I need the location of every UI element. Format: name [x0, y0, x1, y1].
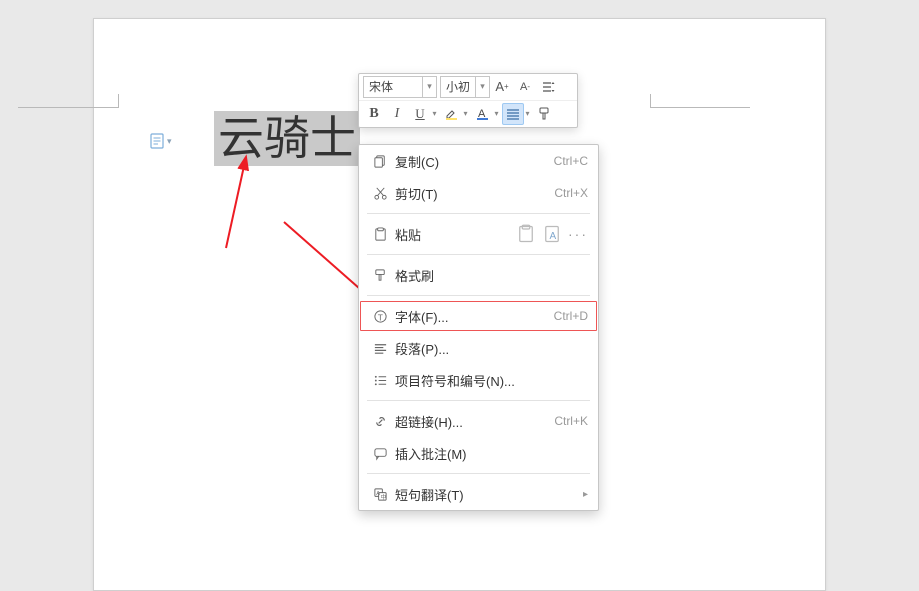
paste-options[interactable]: A ···	[516, 224, 588, 244]
chevron-down-icon[interactable]: ▾	[422, 77, 436, 97]
font-color-icon: A	[475, 106, 490, 121]
mini-toolbar: 宋体 ▾ 小初 ▾ A+ A- B I U▾ ▾ A ▾ ▾	[358, 73, 578, 128]
highlight-button[interactable]	[440, 103, 462, 125]
font-name-value: 宋体	[369, 78, 393, 95]
svg-text:A: A	[550, 231, 557, 242]
chevron-down-icon[interactable]: ▾	[492, 109, 501, 118]
shrink-font-button[interactable]: A-	[514, 76, 536, 98]
submenu-arrow-icon: ▸	[577, 489, 588, 500]
separator	[367, 295, 590, 296]
copy-icon	[369, 154, 391, 169]
menu-label: 粘贴	[391, 225, 516, 244]
line-spacing-icon	[541, 80, 555, 94]
margin-guide-left	[118, 90, 148, 108]
bold-button[interactable]: B	[363, 103, 385, 125]
menu-label: 剪切(T)	[391, 184, 554, 203]
menu-label: 字体(F)...	[391, 307, 554, 326]
menu-copy[interactable]: 复制(C) Ctrl+C	[359, 145, 598, 177]
clipboard-icon	[369, 227, 391, 242]
menu-comment[interactable]: 插入批注(M)	[359, 437, 598, 469]
chevron-down-icon[interactable]: ▾	[430, 109, 439, 118]
context-menu: 复制(C) Ctrl+C 剪切(T) Ctrl+X 粘贴 A ··· 格式刷 T…	[358, 144, 599, 511]
chevron-down-icon[interactable]: ▾	[461, 109, 470, 118]
font-size-value: 小初	[446, 78, 470, 95]
line-spacing-button[interactable]	[537, 76, 559, 98]
chevron-down-icon[interactable]: ▾	[523, 109, 532, 118]
svg-text:T: T	[377, 312, 382, 322]
paragraph-handle[interactable]: ▾	[150, 133, 172, 149]
separator	[367, 213, 590, 214]
font-name-combo[interactable]: 宋体 ▾	[363, 76, 437, 98]
menu-label: 项目符号和编号(N)...	[391, 371, 588, 390]
shortcut: Ctrl+X	[554, 186, 588, 200]
highlighter-icon	[444, 106, 459, 121]
underline-button[interactable]: U	[409, 103, 431, 125]
font-color-button[interactable]: A	[471, 103, 493, 125]
menu-cut[interactable]: 剪切(T) Ctrl+X	[359, 177, 598, 209]
menu-label: 插入批注(M)	[391, 444, 588, 463]
menu-label: 段落(P)...	[391, 339, 588, 358]
separator	[367, 400, 590, 401]
margin-guide-right	[642, 90, 672, 108]
shortcut: Ctrl+D	[554, 309, 588, 323]
menu-hyperlink[interactable]: 超链接(H)... Ctrl+K	[359, 405, 598, 437]
menu-paste[interactable]: 粘贴 A ···	[359, 218, 598, 250]
menu-format-painter[interactable]: 格式刷	[359, 259, 598, 291]
chevron-down-icon[interactable]: ▾	[475, 77, 489, 97]
paste-match-icon[interactable]	[516, 224, 536, 244]
font-icon: T	[369, 309, 391, 324]
format-painter-icon	[369, 268, 391, 283]
justify-button[interactable]	[502, 103, 524, 125]
paragraph-icon	[369, 341, 391, 356]
more-icon[interactable]: ···	[568, 227, 588, 241]
separator	[367, 473, 590, 474]
separator	[367, 254, 590, 255]
format-painter-button[interactable]	[533, 103, 555, 125]
shortcut: Ctrl+K	[554, 414, 588, 428]
shortcut: Ctrl+C	[554, 154, 588, 168]
italic-button[interactable]: I	[386, 103, 408, 125]
translate-icon: A中	[369, 487, 391, 502]
menu-label: 复制(C)	[391, 152, 554, 171]
link-icon	[369, 414, 391, 429]
menu-font[interactable]: T 字体(F)... Ctrl+D	[359, 300, 598, 332]
chevron-down-icon: ▾	[167, 136, 172, 147]
align-icon	[506, 107, 520, 121]
format-painter-icon	[537, 106, 552, 121]
font-size-combo[interactable]: 小初 ▾	[440, 76, 490, 98]
menu-translate[interactable]: A中 短句翻译(T) ▸	[359, 478, 598, 510]
paste-text-icon[interactable]: A	[542, 224, 562, 244]
page-icon	[150, 133, 164, 149]
svg-text:中: 中	[380, 493, 386, 501]
list-icon	[369, 373, 391, 388]
comment-icon	[369, 446, 391, 461]
menu-label: 短句翻译(T)	[391, 485, 577, 504]
menu-label: 格式刷	[391, 266, 588, 285]
menu-bullets[interactable]: 项目符号和编号(N)...	[359, 364, 598, 396]
menu-label: 超链接(H)...	[391, 412, 554, 431]
grow-font-button[interactable]: A+	[491, 76, 513, 98]
menu-paragraph[interactable]: 段落(P)...	[359, 332, 598, 364]
selected-text[interactable]: 云骑士	[214, 111, 360, 166]
scissors-icon	[369, 186, 391, 201]
